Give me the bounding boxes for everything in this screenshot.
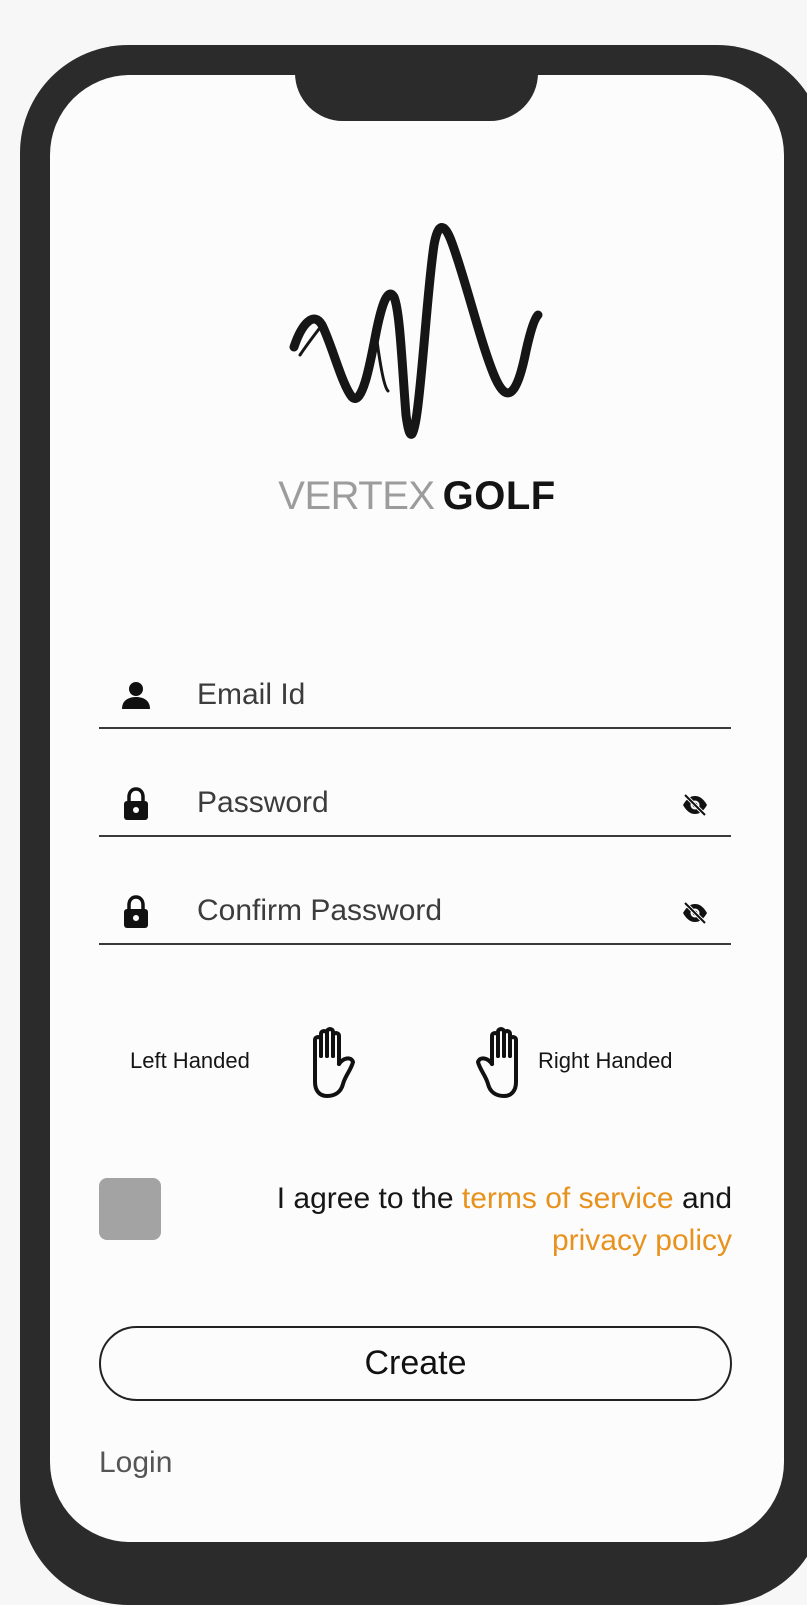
password-field: [99, 773, 731, 837]
terms-prefix: I agree to the: [276, 1182, 462, 1215]
terms-of-service-link[interactable]: terms of service: [462, 1182, 674, 1215]
lock-icon: [124, 895, 148, 928]
email-input[interactable]: [197, 673, 637, 717]
terms-middle: and: [673, 1182, 732, 1215]
brand-bold: GOLF: [442, 474, 556, 518]
password-input[interactable]: [197, 781, 637, 825]
terms-checkbox[interactable]: [99, 1178, 161, 1240]
privacy-policy-link[interactable]: privacy policy: [552, 1224, 732, 1257]
create-button[interactable]: Create: [99, 1326, 732, 1401]
brand-wordmark: VERTEX GOLF: [0, 472, 807, 520]
terms-agreement-text: I agree to the terms of service and priv…: [180, 1178, 732, 1262]
brand-light: VERTEX: [278, 474, 435, 518]
lock-icon: [124, 787, 148, 820]
left-handed-label[interactable]: Left Handed: [130, 1046, 250, 1076]
confirm-password-field: [99, 881, 731, 945]
email-field: [99, 665, 731, 729]
vertex-golf-logo-icon: [289, 223, 543, 439]
eye-off-icon[interactable]: [681, 793, 709, 817]
right-hand-icon[interactable]: [468, 1026, 524, 1098]
left-hand-icon[interactable]: [307, 1026, 363, 1098]
login-link[interactable]: Login: [99, 1443, 172, 1483]
notch: [295, 73, 538, 121]
right-handed-label[interactable]: Right Handed: [538, 1046, 673, 1076]
confirm-password-input[interactable]: [197, 889, 637, 933]
eye-off-icon[interactable]: [681, 901, 709, 925]
person-icon: [122, 682, 150, 709]
